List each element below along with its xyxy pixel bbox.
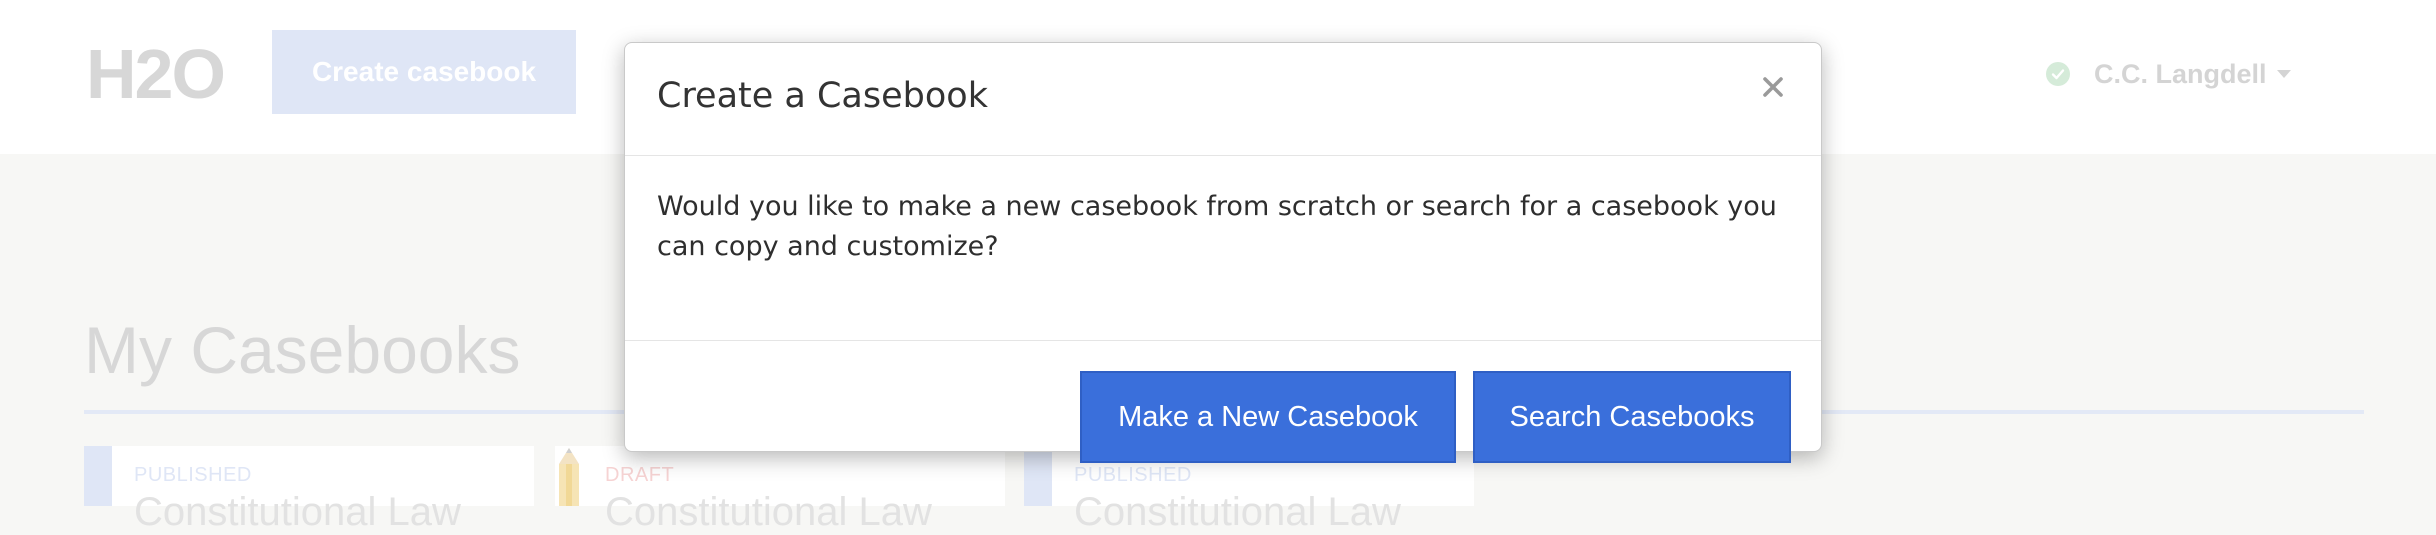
casebook-status: DRAFT — [605, 464, 675, 486]
page: H2O Create casebook C.C. Langdell My Cas… — [0, 0, 2436, 534]
user-menu[interactable]: C.C. Langdell — [2046, 56, 2291, 92]
casebook-card[interactable]: DRAFT Constitutional Law — [555, 446, 1005, 534]
modal-message: Would you like to make a new casebook fr… — [657, 191, 1777, 262]
casebook-title: Constitutional Law — [605, 490, 932, 534]
make-new-casebook-button[interactable]: Make a New Casebook — [1080, 371, 1456, 463]
casebook-card[interactable]: PUBLISHED Constitutional Law — [84, 446, 534, 534]
h2o-logo[interactable]: H2O — [86, 36, 226, 112]
chevron-down-icon — [2276, 70, 2291, 78]
casebook-title: Constitutional Law — [134, 490, 461, 534]
modal-footer: Make a New Casebook Search Casebooks — [625, 341, 1821, 463]
close-button[interactable] — [1755, 69, 1791, 105]
card-stripe — [84, 446, 112, 506]
user-name: C.C. Langdell — [2094, 58, 2267, 89]
casebook-status: PUBLISHED — [134, 464, 252, 486]
casebook-title: Constitutional Law — [1074, 490, 1401, 534]
online-status-icon — [2046, 62, 2070, 86]
close-icon — [1763, 77, 1783, 97]
modal-body: Would you like to make a new casebook fr… — [625, 157, 1821, 341]
pencil-icon — [559, 448, 579, 506]
modal-title: Create a Casebook — [657, 76, 988, 116]
modal-header: Create a Casebook — [625, 43, 1821, 156]
card-stripe — [1024, 446, 1052, 506]
create-casebook-modal: Create a Casebook Would you like to make… — [624, 42, 1822, 463]
create-casebook-button[interactable]: Create casebook — [272, 30, 576, 114]
page-title: My Casebooks — [84, 313, 521, 387]
casebook-status: PUBLISHED — [1074, 464, 1192, 486]
search-casebooks-button[interactable]: Search Casebooks — [1473, 371, 1791, 463]
